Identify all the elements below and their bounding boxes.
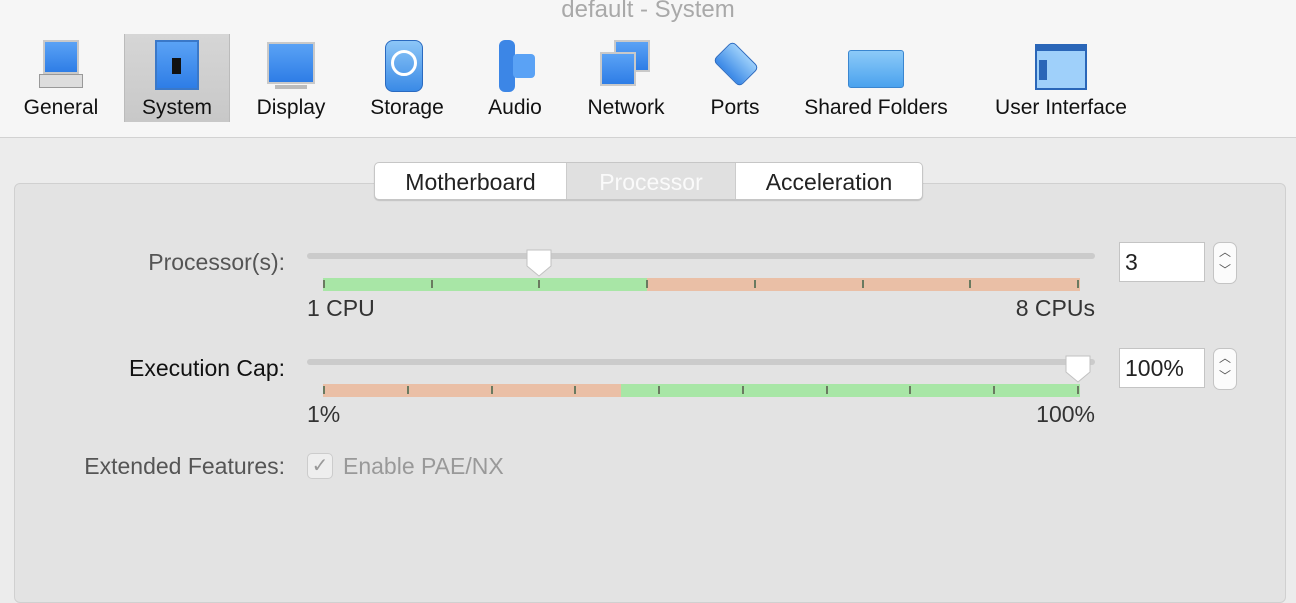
scale-tick [753,280,756,288]
tab-processor[interactable]: Processor [566,163,736,199]
toolbar-audio[interactable]: Audio [476,34,554,122]
execution-cap-stepper[interactable]: ︿ ﹀ [1213,348,1237,390]
processor-max-label: 8 CPUs [1015,295,1095,321]
scale-tick [323,386,325,394]
toolbar-storage[interactable]: Storage [360,34,454,122]
processor-count-input[interactable]: 3 [1119,242,1205,282]
execution-cap-label: Execution Cap: [129,355,285,381]
scale-tick [909,386,912,394]
chevron-up-icon[interactable]: ︿ [1214,349,1236,367]
toolbar-network[interactable]: Network [578,34,674,122]
toolbar-ports[interactable]: Ports [700,34,770,122]
processor-scale [323,278,1080,291]
pae-nx-checkbox[interactable]: ✓ [307,453,333,479]
general-icon [35,38,87,92]
tab-bar: Motherboard Processor Acceleration [374,162,923,200]
ports-icon [709,38,761,92]
execution-cap-scale [323,384,1080,397]
scale-tick [825,386,828,394]
toolbar-shared-folders[interactable]: Shared Folders [796,34,956,122]
scale-segment [323,278,648,291]
scale-tick [969,280,972,288]
execution-cap-min-label: 1% [307,401,341,427]
toolbar-general[interactable]: General [12,34,110,122]
scale-tick [538,280,541,288]
scale-segment [621,384,1080,397]
execution-cap-input[interactable]: 100% [1119,348,1205,388]
processor-label: Processor(s): [148,249,285,275]
scale-tick [993,386,996,394]
user-interface-icon [1035,38,1087,92]
scale-tick [1077,386,1079,394]
toolbar-system[interactable]: System [124,34,230,122]
scale-tick [1077,280,1079,288]
scale-tick [658,386,661,394]
execution-cap-max-label: 100% [1036,401,1095,427]
processor-min-label: 1 CPU [307,295,375,321]
execution-cap-slider[interactable] [307,359,1095,365]
processor-slider[interactable] [307,253,1095,259]
folder-icon [848,38,904,92]
pae-nx-label: Enable PAE/NX [343,453,504,479]
window-title: default - System [561,0,735,23]
display-icon [265,38,317,92]
scale-tick [430,280,433,288]
scale-tick [646,280,649,288]
scale-tick [861,280,864,288]
tab-acceleration[interactable]: Acceleration [736,163,922,199]
scale-tick [741,386,744,394]
scale-tick [574,386,577,394]
toolbar: default - System General System Display … [0,0,1296,138]
tab-motherboard[interactable]: Motherboard [375,163,566,199]
execution-cap-slider-thumb[interactable] [1063,353,1093,383]
system-icon [151,38,203,92]
storage-icon [381,38,433,92]
chevron-up-icon[interactable]: ︿ [1214,243,1236,261]
processor-stepper[interactable]: ︿ ﹀ [1213,242,1237,284]
scale-tick [406,386,409,394]
scale-tick [490,386,493,394]
audio-icon [489,38,541,92]
extended-features-label: Extended Features: [84,453,285,479]
toolbar-display[interactable]: Display [246,34,336,122]
chevron-down-icon[interactable]: ﹀ [1214,367,1236,385]
toolbar-user-interface[interactable]: User Interface [986,34,1136,122]
scale-segment [647,278,1080,291]
network-icon [600,38,652,92]
scale-segment [323,384,622,397]
processor-slider-thumb[interactable] [524,247,554,277]
chevron-down-icon[interactable]: ﹀ [1214,261,1236,279]
scale-tick [323,280,325,288]
